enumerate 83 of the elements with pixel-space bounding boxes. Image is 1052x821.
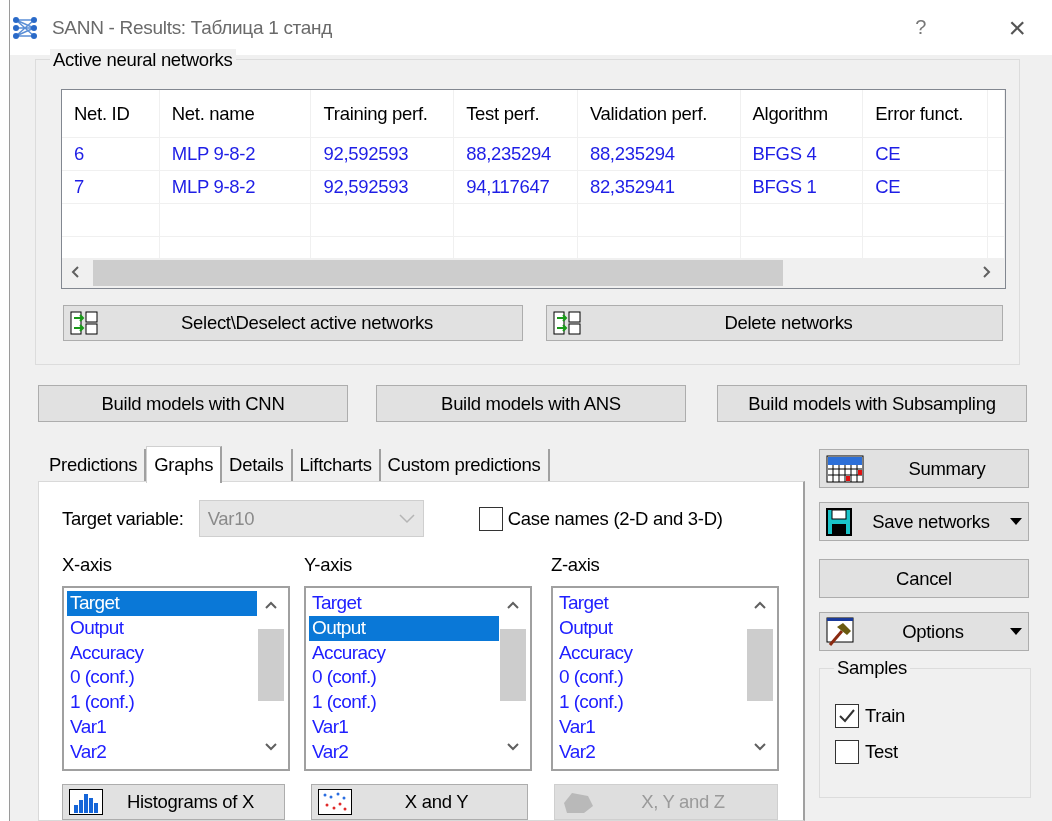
- table-cell: 7: [62, 171, 160, 203]
- save-button[interactable]: Save networks: [819, 502, 1029, 541]
- column-header[interactable]: Validation perf.: [577, 90, 741, 137]
- list-item[interactable]: 1 (conf.): [556, 690, 746, 715]
- window-title: SANN - Results: Таблица 1 станд: [52, 16, 333, 39]
- list-item[interactable]: 0 (conf.): [67, 665, 257, 691]
- table-cell: 94,117647: [454, 171, 578, 203]
- options-button[interactable]: Options: [819, 612, 1029, 651]
- list-item[interactable]: Target: [67, 591, 257, 616]
- table-cell: 92,592593: [311, 138, 455, 170]
- table-cell: MLP 9-8-2: [159, 171, 312, 203]
- hammer-icon: [826, 616, 856, 647]
- network-icon: [12, 15, 38, 40]
- column-header[interactable]: Net. name: [159, 90, 312, 137]
- build-models-button[interactable]: Build models with Subsampling: [717, 385, 1027, 422]
- table-cell: 92,592593: [311, 171, 455, 203]
- checkbox-label: Train: [865, 705, 905, 727]
- checkbox[interactable]: [835, 704, 859, 728]
- list-item[interactable]: 0 (conf.): [309, 665, 499, 691]
- variable-listbox[interactable]: Target Output Accuracy 0 (conf.) 1 (conf.) Var1 Var2: [551, 586, 779, 771]
- list-item[interactable]: Var2: [309, 739, 499, 765]
- column-header[interactable]: Training perf.: [311, 90, 455, 137]
- table-cell: CE: [863, 138, 988, 170]
- tab[interactable]: Graphs: [146, 446, 223, 483]
- select-networks-icon: [70, 311, 98, 335]
- list-item[interactable]: Var2: [67, 739, 257, 765]
- histogram-icon: [69, 789, 103, 815]
- list-item[interactable]: Output: [556, 615, 746, 641]
- delete-networks-button[interactable]: Delete networks: [546, 305, 1003, 341]
- list-item[interactable]: Var1: [67, 715, 257, 740]
- axis-label: Y-axis: [304, 554, 352, 577]
- list-item[interactable]: 0 (conf.): [556, 665, 746, 691]
- list-item[interactable]: Var1: [309, 715, 499, 740]
- list-item[interactable]: 1 (conf.): [309, 690, 499, 715]
- list-item[interactable]: Accuracy: [67, 640, 257, 666]
- axis-label: X-axis: [62, 554, 112, 577]
- table-cell: CE: [863, 171, 988, 203]
- list-item[interactable]: Accuracy: [309, 640, 499, 666]
- select-networks-icon: [553, 311, 581, 335]
- list-item[interactable]: 1 (conf.): [67, 690, 257, 715]
- table-cell: 88,235294: [454, 138, 578, 170]
- scrollbar-thumb[interactable]: [500, 629, 526, 701]
- column-header[interactable]: Error funct.: [863, 90, 988, 137]
- table-cell: MLP 9-8-2: [159, 138, 312, 170]
- table-cell: BFGS 4: [740, 138, 864, 170]
- cancel-button[interactable]: Cancel: [819, 559, 1029, 598]
- checkbox-label: Case names (2-D and 3-D): [507, 507, 723, 530]
- table-cell: 6: [62, 138, 160, 170]
- table-cell: BFGS 1: [740, 171, 864, 203]
- plot-button[interactable]: X and Y: [311, 784, 528, 820]
- list-item[interactable]: Output: [67, 615, 257, 641]
- target-variable-label: Target variable:: [62, 507, 184, 530]
- scrollbar-thumb[interactable]: [747, 629, 773, 701]
- list-item[interactable]: Output: [309, 615, 499, 641]
- list-item[interactable]: Accuracy: [556, 640, 746, 666]
- list-item[interactable]: Var2: [556, 739, 746, 765]
- build-models-button[interactable]: Build models with ANS: [376, 385, 686, 422]
- close-button[interactable]: ×: [1002, 11, 1032, 44]
- variable-listbox[interactable]: Target Output Accuracy 0 (conf.) 1 (conf.) Var1 Var2: [304, 586, 532, 771]
- help-button[interactable]: ?: [909, 15, 933, 40]
- plot-button[interactable]: Histograms of X: [62, 784, 285, 820]
- scrollbar-thumb[interactable]: [258, 629, 284, 701]
- checkbox[interactable]: [478, 506, 503, 531]
- spreadsheet-icon: [826, 454, 864, 483]
- scrollbar-thumb[interactable]: [93, 260, 783, 286]
- variable-listbox[interactable]: Target Output Accuracy 0 (conf.) 1 (conf.) Var1 Var2: [62, 586, 290, 771]
- checkbox-label: Test: [865, 741, 898, 763]
- list-item[interactable]: Var1: [556, 715, 746, 740]
- list-item[interactable]: Target: [556, 591, 746, 616]
- column-header[interactable]: Test perf.: [454, 90, 578, 137]
- table-cell: 82,352941: [577, 171, 741, 203]
- scatter-plot-icon: [318, 789, 352, 815]
- chevron-down-icon: [398, 513, 415, 524]
- column-header[interactable]: Net. ID: [62, 90, 160, 137]
- list-item[interactable]: Target: [309, 591, 499, 616]
- column-header[interactable]: Algorithm: [740, 90, 864, 137]
- select-networks-button[interactable]: Select\Deselect active networks: [63, 305, 523, 341]
- axis-label: Z-axis: [551, 554, 600, 577]
- horizontal-scrollbar[interactable]: [62, 258, 1005, 288]
- table-cell: 88,235294: [577, 138, 741, 170]
- build-models-button[interactable]: Build models with CNN: [38, 385, 348, 422]
- summary-button[interactable]: Summary: [819, 449, 1029, 488]
- checkbox[interactable]: [835, 740, 859, 764]
